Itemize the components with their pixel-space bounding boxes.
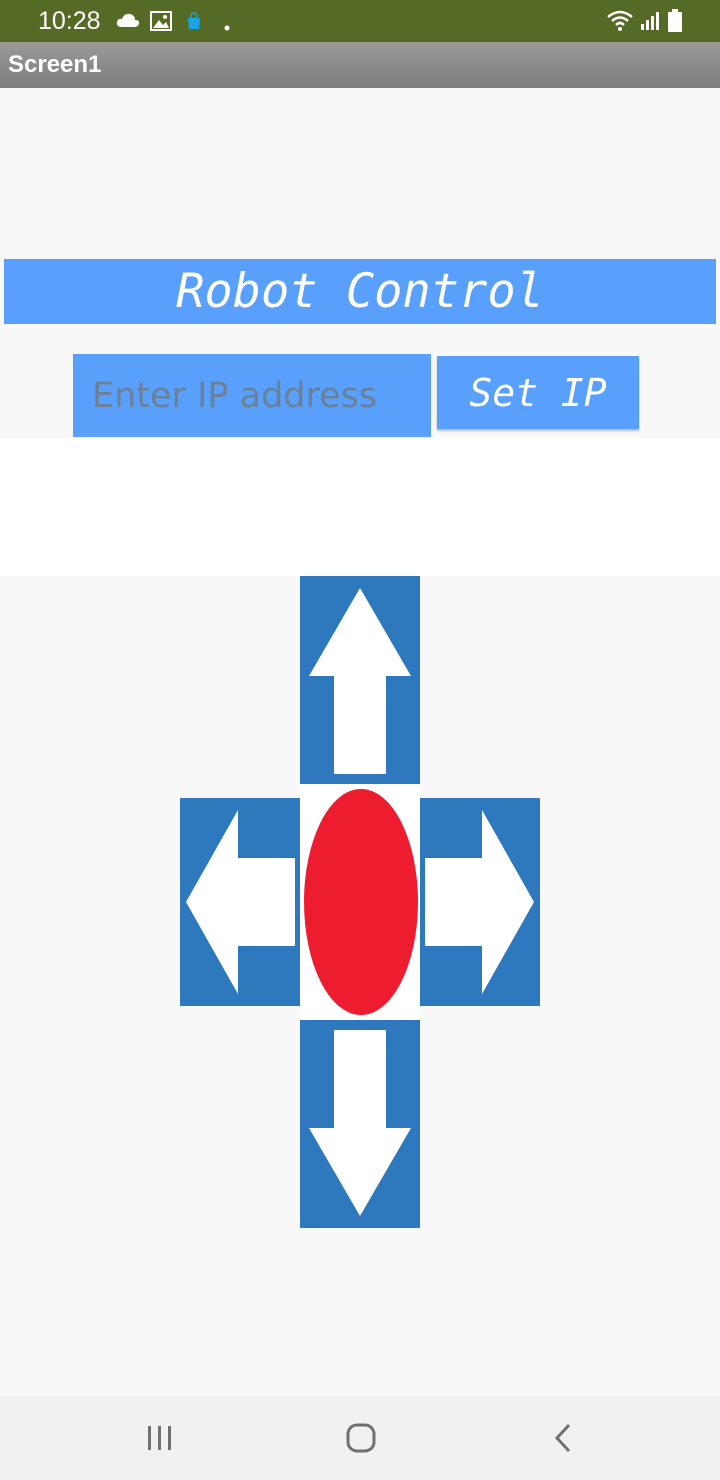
dot-icon — [224, 18, 230, 36]
recent-apps-icon[interactable] — [145, 1424, 175, 1457]
right-arrow-icon — [425, 810, 534, 994]
shopping-bag-icon — [186, 12, 202, 35]
battery-icon — [667, 9, 683, 38]
up-arrow-icon — [309, 588, 411, 774]
down-arrow-icon — [309, 1030, 411, 1216]
down-arrow-button[interactable] — [300, 1020, 420, 1228]
set-ip-button[interactable]: Set IP — [437, 356, 639, 429]
image-icon — [150, 11, 172, 36]
navigation-bar — [0, 1396, 720, 1480]
app-title: Screen1 — [8, 51, 102, 78]
stop-circle-icon — [304, 789, 418, 1015]
status-time: 10:28 — [38, 7, 101, 35]
up-arrow-button[interactable] — [300, 576, 420, 784]
home-icon[interactable] — [345, 1422, 377, 1459]
app-bar: Screen1 — [0, 42, 720, 88]
status-bar: 10:28 — [0, 0, 720, 42]
page-title: Robot Control — [4, 259, 716, 324]
spacer-band — [0, 438, 720, 576]
left-arrow-icon — [186, 810, 295, 994]
ip-address-input[interactable] — [73, 354, 431, 437]
back-icon[interactable] — [552, 1422, 574, 1459]
left-arrow-button[interactable] — [180, 798, 300, 1006]
right-arrow-button[interactable] — [420, 798, 540, 1006]
signal-icon — [640, 11, 660, 36]
cloud-icon — [116, 12, 140, 33]
wifi-icon — [606, 9, 634, 36]
stop-button[interactable] — [300, 784, 420, 1020]
